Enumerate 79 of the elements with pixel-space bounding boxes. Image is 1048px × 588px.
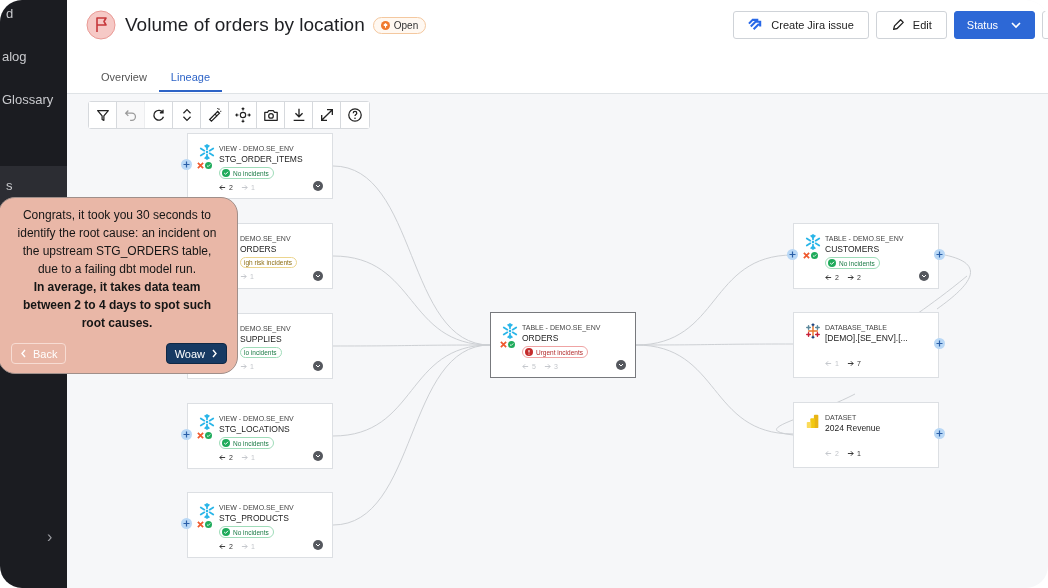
plus-icon	[934, 338, 945, 349]
node-name: STG_PRODUCTS	[219, 513, 289, 523]
cross-icon	[500, 341, 507, 348]
chevron-down-icon	[919, 271, 929, 281]
add-button[interactable]	[787, 249, 798, 260]
node-name: CUSTOMERS	[825, 244, 880, 254]
plus-icon	[181, 159, 192, 170]
chevron-left-icon	[20, 349, 27, 358]
bar-chart-icon	[805, 413, 821, 429]
node-name: SUPPLIES	[240, 334, 282, 344]
collapse-toggle[interactable]: ›	[47, 528, 53, 546]
plus-icon	[934, 428, 945, 439]
edit-button[interactable]: Edit	[875, 11, 947, 39]
snowflake-icon	[199, 414, 215, 430]
node-name: STG_LOCATIONS	[219, 424, 290, 434]
chevron-down-icon	[313, 181, 323, 191]
snowflake-icon	[199, 503, 215, 519]
check-icon	[811, 252, 818, 259]
check-icon	[222, 169, 230, 177]
plus-icon	[181, 429, 192, 440]
cross-icon	[197, 432, 204, 439]
check-icon	[222, 528, 230, 536]
status-button[interactable]: Status	[953, 11, 1035, 39]
add-button[interactable]	[934, 338, 945, 349]
cross-logo-icon	[805, 323, 821, 339]
check-icon	[205, 162, 212, 169]
toolbar-button[interactable]	[89, 102, 117, 128]
snowflake-icon	[199, 144, 215, 160]
check-icon	[508, 341, 515, 348]
add-button[interactable]	[934, 249, 945, 260]
nav-item[interactable]: Glossary	[0, 78, 67, 121]
nav-item[interactable]: alog	[0, 35, 67, 78]
chevron-down-icon	[1010, 19, 1022, 31]
chevron-down-icon	[313, 271, 323, 281]
node-name: STG_ORDER_ITEMS	[219, 154, 303, 164]
chevron-down-icon	[313, 361, 323, 371]
camera-icon	[262, 107, 279, 123]
node-name: ORDERS	[522, 333, 559, 343]
nav-item[interactable]: d	[0, 0, 67, 35]
check-icon	[222, 439, 230, 447]
node-name: ORDERS	[240, 244, 277, 254]
help-icon	[347, 107, 363, 123]
add-button[interactable]	[181, 518, 192, 529]
chevron-down-icon	[313, 540, 323, 550]
move-icon	[234, 107, 251, 123]
next-button[interactable]: Woaw	[165, 343, 227, 364]
tab[interactable]: Overview	[89, 67, 159, 92]
chevron-down-icon	[313, 451, 323, 461]
tab[interactable]: Lineage	[158, 67, 222, 92]
chevron-down-icon	[616, 360, 626, 370]
filter-icon	[94, 107, 111, 123]
status-badge: Open	[372, 16, 427, 34]
cross-icon	[197, 521, 204, 528]
plus-icon	[181, 518, 192, 529]
add-button[interactable]	[181, 159, 192, 170]
cross-icon	[803, 252, 810, 259]
add-button[interactable]	[181, 429, 192, 440]
arrows-icon	[748, 17, 764, 33]
node-name: [DEMO].[SE_ENV].[...	[825, 333, 908, 343]
check-icon	[205, 521, 212, 528]
page-title: Volume of orders by location	[125, 14, 365, 36]
flag-icon	[86, 10, 116, 40]
add-button[interactable]	[934, 428, 945, 439]
snowflake-icon	[502, 323, 518, 339]
pencil-icon	[890, 18, 905, 32]
resize-icon	[318, 107, 335, 123]
cross-icon	[197, 162, 204, 169]
chevron-right-icon	[211, 349, 218, 358]
check-icon	[205, 432, 212, 439]
undo-icon	[122, 107, 139, 123]
create-issue-button[interactable]: Create Jira issue	[733, 11, 869, 39]
check-icon	[828, 259, 836, 267]
snowflake-icon	[805, 234, 821, 250]
refresh-icon	[150, 107, 167, 123]
alert-icon	[525, 348, 533, 356]
node-name: 2024 Revenue	[825, 423, 881, 433]
plus-icon	[787, 249, 798, 260]
plus-icon	[934, 249, 945, 260]
flashlight-icon	[206, 107, 223, 123]
